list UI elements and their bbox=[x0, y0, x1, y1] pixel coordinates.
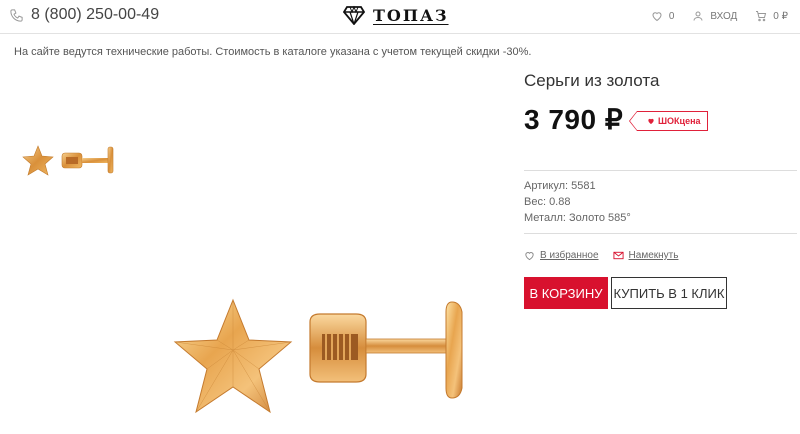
product-price: 3 790 ₽ bbox=[524, 104, 624, 135]
envelope-icon bbox=[612, 251, 624, 260]
spec-weight: Вес: 0.88 bbox=[524, 196, 571, 208]
site-header: 8 (800) 250-00-49 ТОПАЗ 0 ВХОД 0 ₽ bbox=[0, 0, 800, 34]
badge-body: ШОКцена bbox=[637, 111, 708, 131]
product-title: Серьги из золота bbox=[524, 71, 660, 90]
product-thumbnail[interactable] bbox=[18, 143, 118, 181]
heart-filled-icon bbox=[648, 118, 654, 124]
login-link[interactable]: ВХОД bbox=[692, 10, 737, 22]
heart-icon bbox=[652, 12, 662, 22]
logo[interactable]: ТОПАЗ bbox=[343, 5, 449, 25]
maintenance-notice: На сайте ведутся технические работы. Сто… bbox=[14, 46, 532, 58]
phone-link[interactable]: 8 (800) 250-00-49 bbox=[9, 6, 159, 24]
shock-price-badge: ШОКцена bbox=[629, 111, 708, 131]
product-main-image bbox=[170, 282, 480, 434]
product-actions: В избранное Намекнуть bbox=[524, 250, 678, 261]
earrings-image bbox=[173, 298, 463, 414]
spec-article: Артикул: 5581 bbox=[524, 180, 596, 192]
diamond-logo-icon bbox=[343, 5, 365, 25]
earrings-thumbnail-image bbox=[22, 145, 114, 176]
buy-one-click-button[interactable]: КУПИТЬ В 1 КЛИК bbox=[611, 277, 727, 309]
hint-link[interactable]: Намекнуть bbox=[612, 250, 679, 261]
header-actions: 0 ВХОД 0 ₽ bbox=[651, 10, 788, 22]
logo-text: ТОПАЗ bbox=[373, 5, 449, 25]
phone-icon bbox=[10, 8, 23, 22]
cart-link[interactable]: 0 ₽ bbox=[755, 10, 788, 22]
hint-label: Намекнуть bbox=[628, 250, 679, 261]
favorites-link[interactable]: 0 bbox=[651, 10, 675, 22]
divider bbox=[524, 170, 797, 171]
spec-metal: Металл: Золото 585° bbox=[524, 212, 631, 224]
add-to-cart-button[interactable]: В КОРЗИНУ bbox=[524, 277, 608, 309]
badge-label: ШОКцена bbox=[658, 116, 701, 126]
badge-notch bbox=[629, 111, 637, 131]
favorites-count: 0 bbox=[668, 10, 675, 22]
user-icon bbox=[693, 11, 703, 21]
favorite-label: В избранное bbox=[540, 250, 599, 261]
cart-total: 0 ₽ bbox=[773, 10, 788, 22]
heart-icon bbox=[525, 252, 534, 261]
cart-icon bbox=[756, 11, 767, 22]
phone-number: 8 (800) 250-00-49 bbox=[31, 6, 160, 23]
login-label: ВХОД bbox=[710, 10, 738, 22]
add-to-favorites-link[interactable]: В избранное bbox=[524, 250, 599, 261]
divider bbox=[524, 233, 797, 234]
